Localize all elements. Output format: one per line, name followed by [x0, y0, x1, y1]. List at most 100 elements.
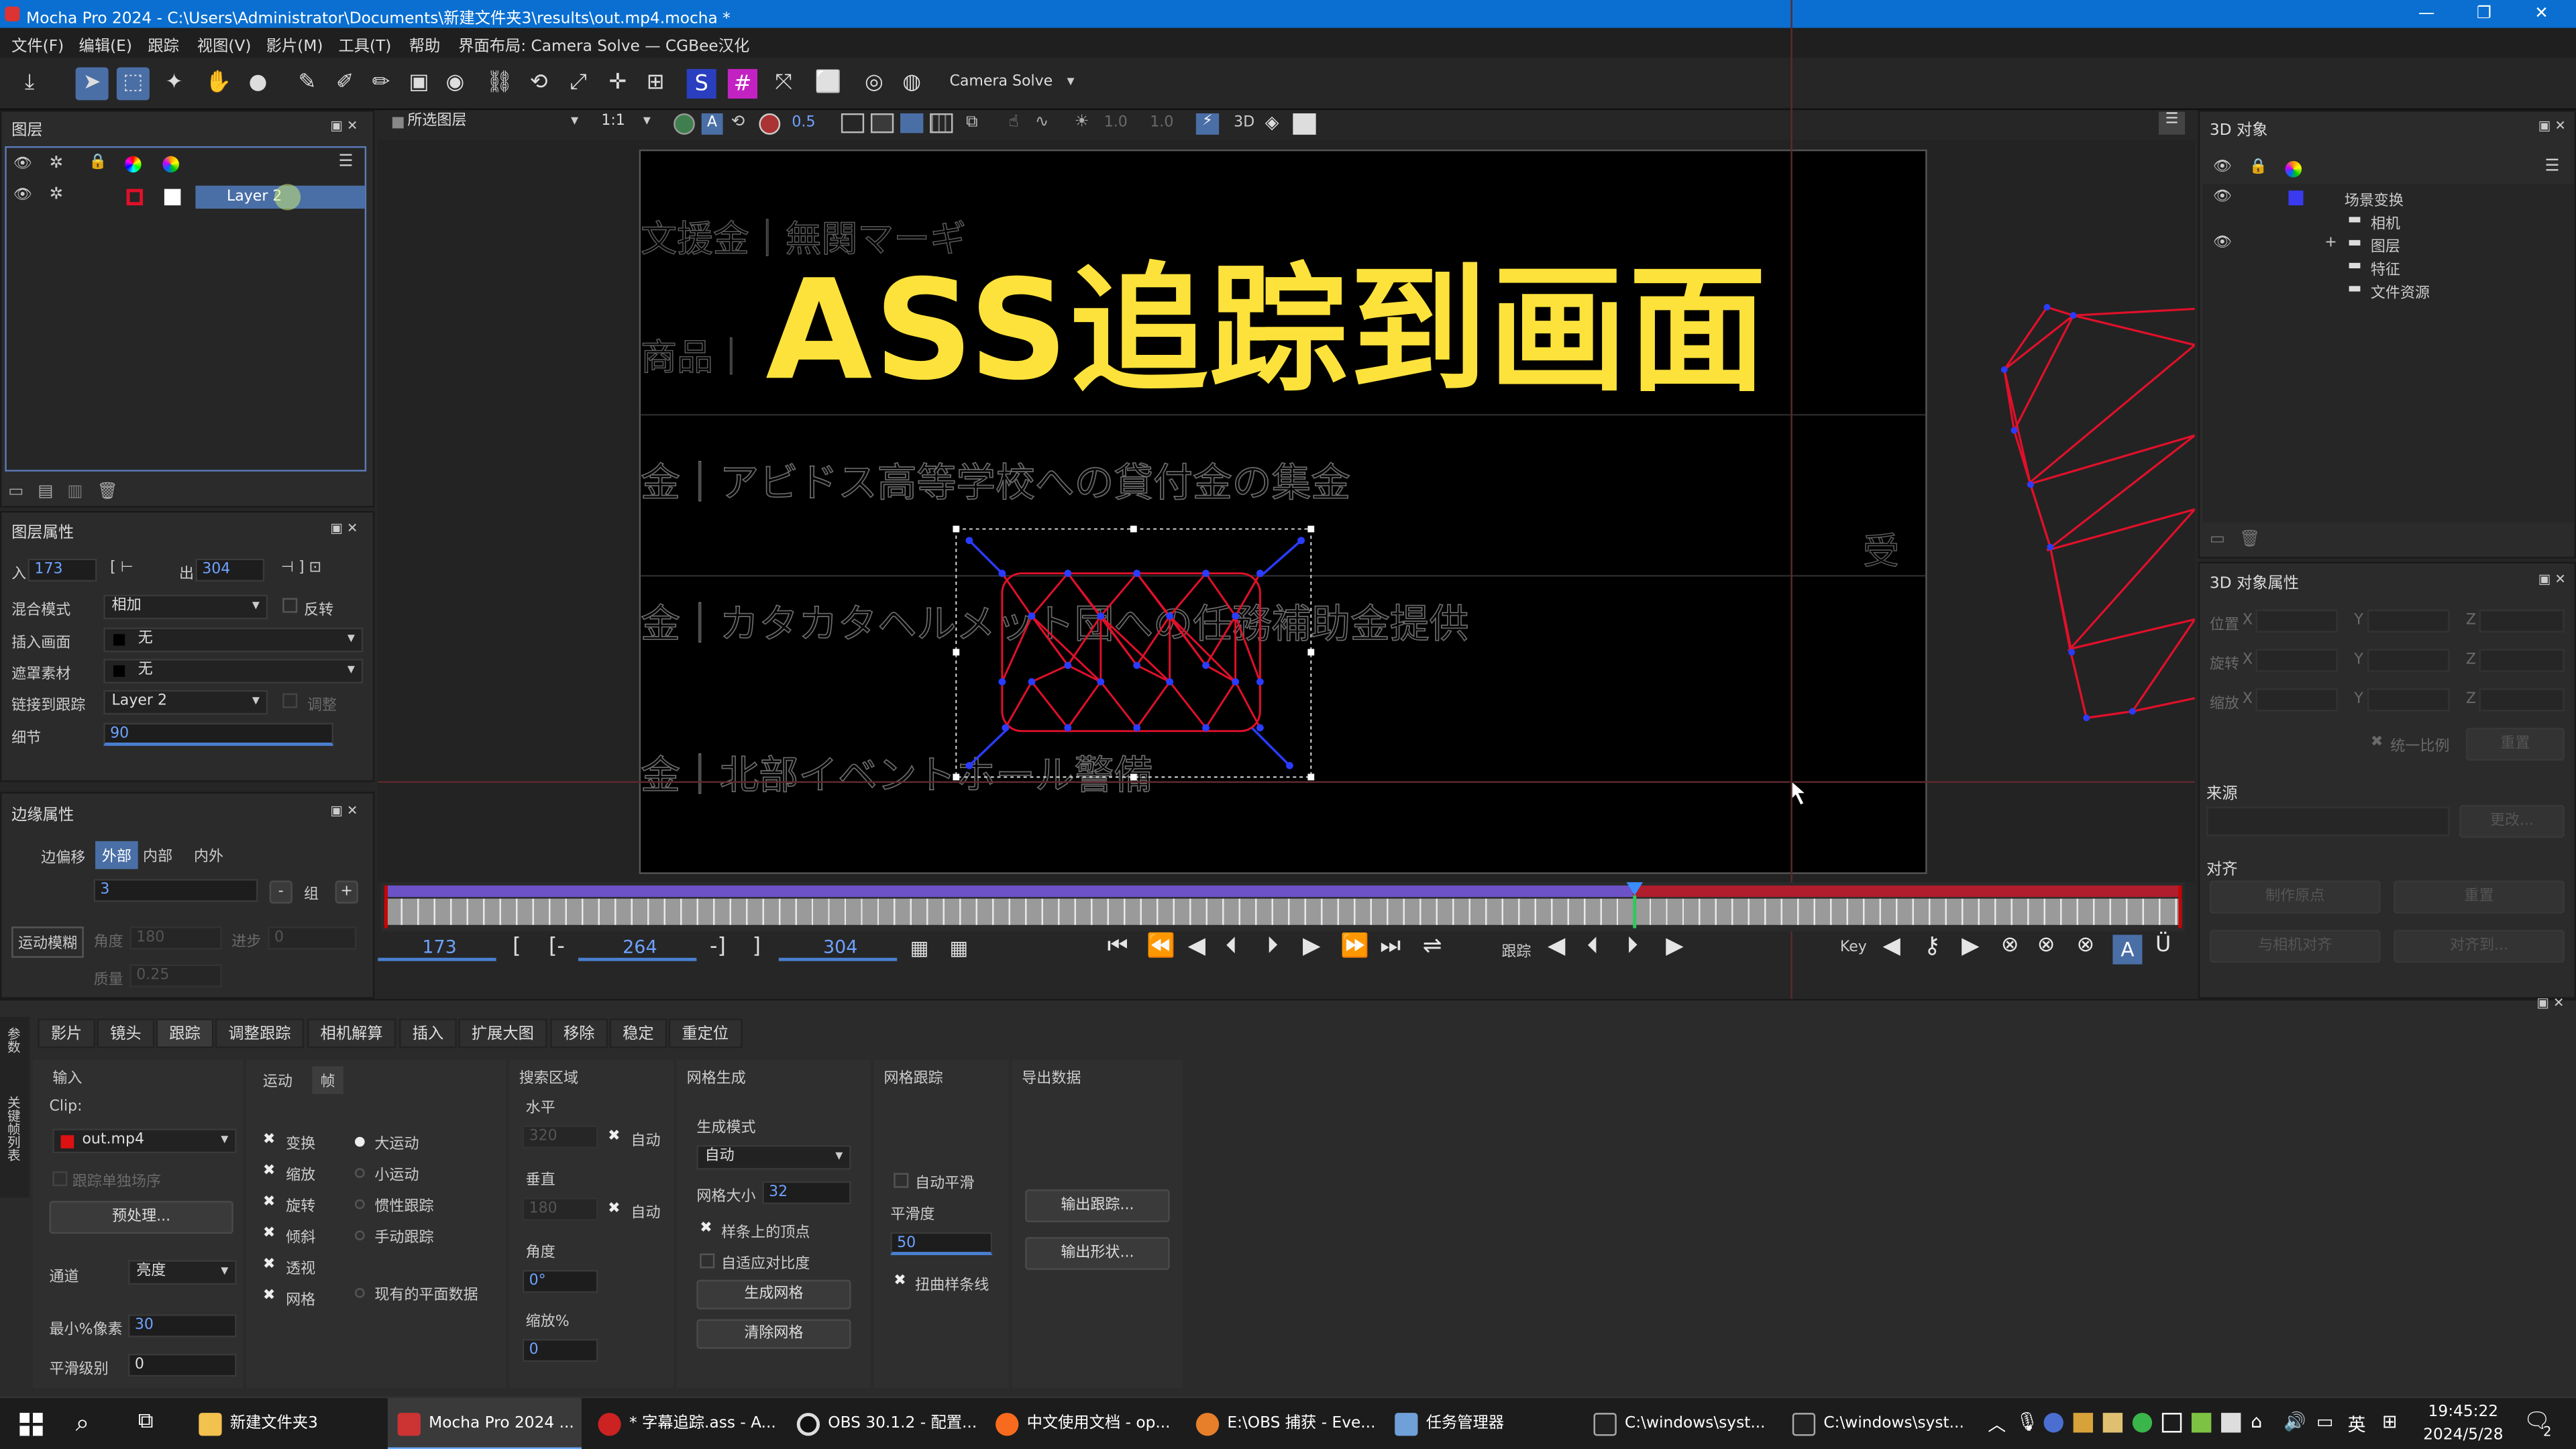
bspline-icon[interactable]: ✐ [329, 67, 362, 100]
add-point-icon[interactable]: ✦ [158, 67, 191, 100]
generate-mesh-button[interactable]: 生成网格 [696, 1279, 851, 1309]
rect-icon[interactable]: ▣ [402, 67, 435, 100]
eye-icon[interactable]: 👁 [2213, 189, 2232, 205]
layer-menu-icon[interactable]: ☰ [338, 153, 353, 171]
uniform-checkbox[interactable]: ✖ [2371, 735, 2383, 751]
loop-icon[interactable]: ⇌ [1423, 933, 1442, 959]
taskbar-item-cmd2[interactable]: C:\windows\syst... [1782, 1398, 1976, 1449]
side-tab-keyframes[interactable]: 关键帧列表 [5, 1095, 23, 1161]
gen-mode-select[interactable]: 自动 [696, 1144, 851, 1170]
tab-clip[interactable]: 影片 [38, 1018, 96, 1049]
color-wheel-icon[interactable] [125, 156, 142, 173]
next-key-icon[interactable]: ⏩ [1340, 933, 1369, 959]
mesh-size-field[interactable]: 32 [762, 1181, 851, 1205]
first-frame-icon[interactable]: ⏮ [1108, 933, 1128, 959]
smooth-level-field[interactable]: 0 [128, 1353, 237, 1377]
last-frame-icon[interactable]: ⏭ [1380, 933, 1401, 959]
matte-select[interactable]: 无 [103, 659, 364, 684]
link-icon[interactable]: ⛓ [483, 67, 516, 100]
mode-3d-label[interactable]: 3D [1234, 115, 1254, 131]
color-wheel-icon[interactable] [162, 156, 179, 173]
set-in-icon[interactable]: [ ⊢ [110, 560, 133, 576]
duplicate-icon[interactable]: ▥ [67, 483, 83, 501]
source-field[interactable] [2206, 806, 2450, 837]
auto-key-icon[interactable]: A [2112, 934, 2143, 965]
motion-translate-checkbox[interactable]: ✖ [263, 1132, 275, 1148]
radio-small-motion[interactable] [354, 1168, 365, 1178]
new-layer-icon[interactable]: ▤ [38, 483, 53, 501]
rotate-icon[interactable]: ⟲ [523, 67, 555, 100]
clip-select[interactable]: out.mp4 [52, 1128, 237, 1154]
overlay-icon[interactable]: ⟲ [731, 113, 745, 131]
current-frame-field[interactable]: 173 [378, 937, 496, 961]
clock-date[interactable]: 2024/5/28 [2423, 1426, 2503, 1444]
lock-icon[interactable]: 🔒 [89, 154, 107, 170]
taskbar-item-explorer[interactable]: 新建文件夹3 [189, 1398, 383, 1449]
radio-inertial[interactable] [354, 1199, 365, 1210]
search-icon[interactable]: ⌕ [76, 1408, 90, 1438]
auto-smooth-checkbox[interactable] [894, 1173, 909, 1188]
maximize-icon[interactable]: ❐ [2473, 3, 2496, 25]
tab-remove[interactable]: 移除 [550, 1018, 608, 1049]
track-back-icon[interactable]: ◀ [1548, 933, 1565, 959]
step-back-icon[interactable]: ⏴ [1226, 933, 1237, 959]
preprocess-button[interactable]: 预处理... [49, 1201, 233, 1234]
minimize-icon[interactable]: — [2415, 3, 2438, 25]
horizontal-field[interactable]: 320 [522, 1125, 598, 1148]
panel-dock-icon[interactable]: ▣ ✕ [330, 521, 358, 535]
menu-view[interactable]: 视图(V) [197, 33, 252, 56]
brush-icon[interactable]: ✏ [365, 67, 398, 100]
tracks-icon[interactable] [900, 113, 924, 133]
tab-outside[interactable]: 外部 [95, 841, 138, 869]
menu-movie[interactable]: 影片(M) [266, 33, 323, 56]
tab-lens[interactable]: 镜头 [97, 1018, 155, 1049]
set-out-icon[interactable]: ⊣ ] ⊡ [281, 560, 321, 576]
tab-adjust-track[interactable]: 调整跟踪 [215, 1018, 305, 1049]
ime-indicator[interactable]: 英 [2348, 1411, 2366, 1438]
taskbar-item-cmd1[interactable]: C:\windows\syst... [1584, 1398, 1778, 1449]
go-in-icon[interactable]: [- [549, 934, 565, 959]
u-icon[interactable]: Ü [2155, 933, 2171, 958]
change-button[interactable]: 更改... [2459, 805, 2565, 838]
expand-icon[interactable]: + [2324, 235, 2337, 251]
align-camera-button[interactable]: 与相机对齐 [2209, 930, 2381, 963]
taskbar-item-firefox[interactable]: 中文使用文档 - op... [985, 1398, 1179, 1449]
tab-inside[interactable]: 内部 [143, 845, 172, 865]
layers-view-icon[interactable] [870, 113, 894, 133]
prev-keyframe-icon[interactable]: ◀ [1883, 933, 1900, 959]
set-out-bracket[interactable]: ] [753, 934, 761, 959]
tray-mic-icon[interactable]: 🎙 [2016, 1411, 2039, 1433]
trash-icon[interactable]: 🗑 [2239, 531, 2260, 549]
track-fwd-icon[interactable]: ▶ [1666, 933, 1683, 959]
tray-app-icon[interactable] [2161, 1413, 2182, 1433]
panel-dock-icon[interactable]: ▣ ✕ [330, 804, 358, 818]
taskbar-item-mocha[interactable]: Mocha Pro 2024 ... [387, 1398, 582, 1449]
insert-clip-select[interactable]: 无 [103, 627, 364, 653]
transform-icon[interactable]: ⊞ [639, 67, 672, 100]
radio-manual[interactable] [354, 1230, 365, 1240]
vertical-field[interactable]: 180 [522, 1197, 598, 1221]
position-x-field[interactable] [2255, 609, 2338, 633]
panel-menu-icon[interactable]: ☰ [2544, 158, 2559, 176]
surface-icon[interactable]: S [686, 68, 716, 99]
detail-field[interactable]: 90 [103, 722, 334, 746]
pan-icon[interactable]: ☝ [1009, 113, 1019, 131]
horizontal-auto-checkbox[interactable]: ✖ [608, 1128, 620, 1144]
calendar-icon[interactable]: ▦ [950, 936, 969, 959]
in-frame-field[interactable]: 264 [578, 937, 697, 961]
panel-dock-icon[interactable]: ▣ ✕ [2538, 118, 2566, 133]
tab-megaplate[interactable]: 扩展大图 [458, 1018, 547, 1049]
motion-tab[interactable]: 运动 [256, 1066, 299, 1094]
frame-icon[interactable]: ⬜ [812, 67, 845, 100]
brightness-icon[interactable]: ☀ [1075, 113, 1089, 131]
tray-app-icon[interactable] [2132, 1413, 2153, 1433]
clear-mesh-button[interactable]: 清除网格 [696, 1319, 851, 1349]
angle-field[interactable]: 180 [129, 926, 222, 950]
motion-blur-toggle[interactable]: 运动模糊 [11, 926, 84, 958]
layer-name[interactable]: Layer 2 [195, 184, 365, 211]
increment-button[interactable]: + [335, 880, 358, 904]
close-icon[interactable]: ✕ [2530, 3, 2553, 25]
snapshot-icon[interactable]: ⧉ [966, 113, 977, 131]
zoom-field[interactable]: 0 [522, 1338, 598, 1362]
stop-icon[interactable]: ◍ [896, 67, 928, 100]
